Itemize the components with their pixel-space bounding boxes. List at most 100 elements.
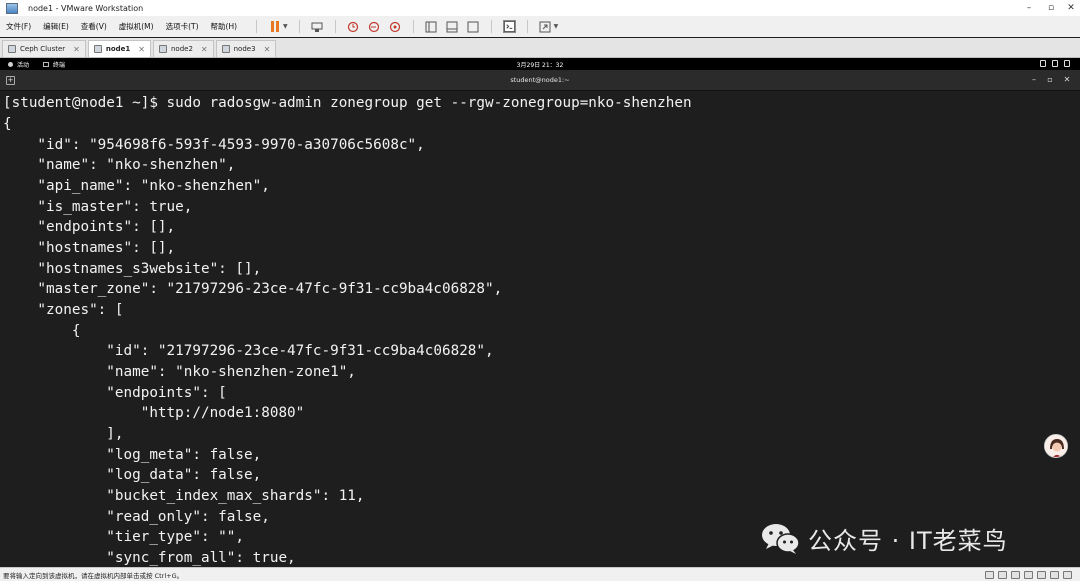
tab-label: node1 [105, 45, 131, 53]
activities-icon [8, 61, 13, 67]
tab-close-icon[interactable]: ✕ [138, 45, 145, 54]
display-icon[interactable] [1050, 571, 1059, 579]
terminal-line: "api_name": "nko-shenzhen", [3, 178, 270, 194]
library-view-icon[interactable] [425, 20, 438, 33]
terminal-maximize-icon[interactable]: ▫ [1044, 74, 1056, 86]
wechat-watermark: 公众号 · IT老菜鸟 [760, 518, 1008, 558]
vm-icon [93, 45, 102, 53]
terminal-line: "hostnames_s3website": [], [3, 261, 262, 277]
fullscreen-dropdown-icon[interactable]: ▼ [554, 23, 559, 30]
wechat-logo-icon [762, 524, 800, 554]
hdd-icon[interactable] [985, 571, 994, 579]
vm-folder-icon [8, 45, 16, 53]
volume-icon [1052, 60, 1058, 67]
usb-icon[interactable] [1024, 571, 1033, 579]
terminal-line: "master_zone": "21797296-23ce-47fc-9f31-… [3, 281, 503, 297]
terminal-line: ], [3, 426, 124, 442]
menu-edit[interactable]: 编辑(E) [43, 21, 69, 32]
vm-icon [158, 45, 167, 53]
pause-icon[interactable] [268, 20, 281, 33]
toolbar-separator [334, 20, 336, 33]
toolbar-separator [490, 20, 492, 33]
terminal-line: { [3, 116, 12, 132]
terminal-line: "hostnames": [], [3, 240, 176, 256]
toolbar-separator [256, 20, 258, 33]
network-adapter-icon[interactable] [1011, 571, 1020, 579]
tab-close-icon[interactable]: ✕ [201, 45, 208, 54]
tab-ceph-cluster[interactable]: Ceph Cluster ✕ [2, 40, 86, 57]
window-title: node1 - VMware Workstation [28, 3, 144, 13]
snapshot-manager-icon[interactable] [389, 20, 402, 33]
tab-label: node3 [233, 45, 256, 53]
terminal-line: "read_only": false, [3, 509, 270, 525]
terminal-line: "id": "954698f6-593f-4593-9970-a30706c56… [3, 137, 425, 153]
toolbar-separator [298, 20, 300, 33]
tab-node1[interactable]: node1 ✕ [87, 40, 151, 57]
terminal-line: "log_data": false, [3, 467, 262, 483]
menu-vm[interactable]: 虚拟机(M) [119, 21, 154, 32]
app-menu-label: 终端 [53, 61, 66, 69]
system-tray[interactable] [1040, 60, 1070, 67]
printer-icon[interactable] [1063, 571, 1072, 579]
vm-icon [221, 45, 230, 53]
console-view-icon[interactable] [467, 20, 480, 33]
terminal-line: "endpoints": [], [3, 219, 176, 235]
snapshot-revert-icon[interactable] [368, 20, 381, 33]
terminal-line: [student@node1 ~]$ sudo radosgw-admin zo… [3, 95, 692, 111]
terminal-close-icon[interactable]: ✕ [1061, 74, 1073, 86]
toolbar-separator [412, 20, 414, 33]
terminal-minimize-icon[interactable]: – [1028, 74, 1040, 86]
tab-close-icon[interactable]: ✕ [73, 45, 80, 54]
menu-file[interactable]: 文件(F) [6, 21, 31, 32]
minimize-icon[interactable]: – [1018, 0, 1040, 16]
send-keys-icon[interactable] [311, 20, 324, 33]
terminal-line: "endpoints": [ [3, 385, 227, 401]
thumbnail-view-icon[interactable] [446, 20, 459, 33]
tab-close-icon[interactable]: ✕ [264, 45, 271, 54]
terminal-line: "bucket_index_max_shards": 11, [3, 488, 365, 504]
clock[interactable]: 3月29日 21：32 [517, 60, 564, 69]
menu-help[interactable]: 帮助(H) [211, 21, 238, 32]
window-titlebar: node1 - VMware Workstation – ▫ ✕ [0, 0, 1080, 16]
terminal-line: "id": "21797296-23ce-47fc-9f31-cc9ba4c06… [3, 343, 494, 359]
terminal-title: student@node1:~ [510, 76, 570, 84]
pause-dropdown-icon[interactable]: ▼ [283, 23, 288, 30]
terminal-output[interactable]: [student@node1 ~]$ sudo radosgw-admin zo… [0, 91, 1080, 567]
terminal-icon[interactable] [502, 20, 516, 33]
maximize-icon[interactable]: ▫ [1040, 0, 1062, 16]
terminal-line: "is_master": true, [3, 199, 193, 215]
terminal-line: "name": "nko-shenzhen", [3, 157, 236, 173]
power-icon [1064, 60, 1070, 67]
vmware-app-icon [6, 2, 18, 14]
terminal-line: "tier_type": "", [3, 529, 245, 545]
terminal-line: "sync_from_all": true, [3, 550, 296, 566]
watermark-text: 公众号 · IT老菜鸟 [808, 526, 1008, 555]
close-icon[interactable]: ✕ [1060, 0, 1080, 16]
tab-node2[interactable]: node2 ✕ [152, 40, 214, 57]
terminal-line: "http://node1:8080" [3, 405, 305, 421]
network-icon [1040, 60, 1046, 67]
device-status-icons[interactable] [985, 571, 1072, 579]
sound-icon[interactable] [1037, 571, 1046, 579]
terminal-app-icon [43, 61, 50, 67]
terminal-header: + student@node1:~ – ▫ ✕ [0, 70, 1080, 91]
status-hint: 要将输入定向到该虚拟机，请在虚拟机内部单击或按 Ctrl+G。 [3, 571, 184, 580]
activities-button[interactable]: 活动 [8, 60, 29, 69]
cdrom-icon[interactable] [998, 571, 1007, 579]
terminal-line: "name": "nko-shenzhen-zone1", [3, 364, 356, 380]
vm-tabbar: Ceph Cluster ✕ node1 ✕ node2 ✕ node3 ✕ [0, 38, 1080, 58]
terminal-line: { [3, 323, 81, 339]
toolbar-separator [526, 20, 528, 33]
fullscreen-icon[interactable] [539, 20, 552, 33]
menu-view[interactable]: 查看(V) [81, 21, 107, 32]
status-bar: 要将输入定向到该虚拟机，请在虚拟机内部单击或按 Ctrl+G。 [0, 567, 1080, 581]
tab-label: node2 [170, 45, 193, 53]
menu-tabs[interactable]: 选项卡(T) [166, 21, 199, 32]
snapshot-take-icon[interactable] [347, 20, 360, 33]
tab-node3[interactable]: node3 ✕ [215, 40, 277, 57]
app-menu[interactable]: 终端 [43, 60, 65, 69]
tab-label: Ceph Cluster [20, 45, 66, 53]
avatar[interactable] [1044, 434, 1068, 458]
gnome-top-bar: 活动 终端 3月29日 21：32 [0, 58, 1080, 70]
menu-toolbar: 文件(F) 编辑(E) 查看(V) 虚拟机(M) 选项卡(T) 帮助(H) ▼ … [0, 16, 1080, 37]
